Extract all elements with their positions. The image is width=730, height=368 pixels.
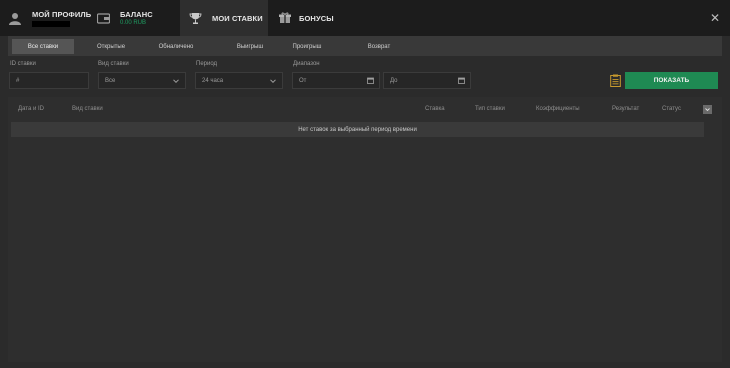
nav-balance-label: БАЛАНС xyxy=(120,10,153,19)
tab-lost[interactable]: Проигрыш xyxy=(276,39,338,54)
range-label: Диапазон xyxy=(293,61,320,67)
trophy-icon xyxy=(186,9,204,27)
nav-my-profile[interactable]: МОЙ ПРОФИЛЬ xyxy=(6,0,91,36)
bets-table: Дата и ID Вид ставки Ставка Тип ставки К… xyxy=(8,97,722,362)
tab-won[interactable]: Выигрыш xyxy=(219,39,281,54)
nav-bets-label: МОИ СТАВКИ xyxy=(212,13,263,23)
bet-type-label: Вид ставки xyxy=(98,61,129,67)
column-stake[interactable]: Ставка xyxy=(425,106,445,112)
nav-my-bets[interactable]: МОИ СТАВКИ xyxy=(180,0,268,36)
tab-cashed-out[interactable]: Обналичено xyxy=(145,39,207,54)
close-icon[interactable]: ✕ xyxy=(708,11,722,25)
empty-state-message: Нет ставок за выбранный период времени xyxy=(11,122,704,137)
period-value: 24 часа xyxy=(202,77,224,84)
bet-id-label: ID ставки xyxy=(10,61,36,67)
nav-balance[interactable]: БАЛАНС 0.00 RUB xyxy=(94,0,153,36)
date-to-value: До xyxy=(390,77,398,84)
gift-icon xyxy=(276,9,294,27)
date-from-input[interactable]: От xyxy=(292,72,380,89)
nav-bonuses[interactable]: БОНУСЫ xyxy=(276,0,334,36)
tab-refund[interactable]: Возврат xyxy=(348,39,410,54)
column-settings-button[interactable] xyxy=(703,105,712,114)
calendar-icon xyxy=(458,77,465,84)
bet-filter-tabs: Все ставки Открытые Обналичено Выигрыш П… xyxy=(8,36,722,56)
nav-bonuses-label: БОНУСЫ xyxy=(299,13,334,23)
clipboard-icon[interactable] xyxy=(610,74,621,87)
wallet-icon xyxy=(94,9,112,27)
column-date-id[interactable]: Дата и ID xyxy=(18,106,44,112)
period-select[interactable]: 24 часа xyxy=(195,72,283,89)
column-status[interactable]: Статус xyxy=(662,106,681,112)
tab-all-bets[interactable]: Все ставки xyxy=(12,39,74,54)
top-navigation: МОЙ ПРОФИЛЬ БАЛАНС 0.00 RUB МОИ СТАВКИ Б… xyxy=(0,0,730,36)
date-to-input[interactable]: До xyxy=(383,72,471,89)
bet-type-value: Все xyxy=(105,77,116,84)
balance-amount: 0.00 RUB xyxy=(120,20,147,26)
chevron-down-icon xyxy=(270,79,276,84)
chevron-down-icon xyxy=(173,79,179,84)
table-header: Дата и ID Вид ставки Ставка Тип ставки К… xyxy=(8,102,722,118)
column-odds[interactable]: Коэффициенты xyxy=(536,106,580,112)
column-result[interactable]: Результат xyxy=(612,106,639,112)
column-bet-type[interactable]: Вид ставки xyxy=(72,106,103,112)
date-from-value: От xyxy=(299,77,307,84)
bet-type-select[interactable]: Все xyxy=(98,72,186,89)
nav-profile-label: МОЙ ПРОФИЛЬ xyxy=(32,9,92,19)
chevron-down-icon xyxy=(705,108,710,112)
user-icon xyxy=(6,9,24,27)
calendar-icon xyxy=(367,77,374,84)
redacted-username xyxy=(32,20,70,27)
column-bet-kind[interactable]: Тип ставки xyxy=(475,106,505,112)
period-label: Период xyxy=(196,61,218,67)
show-button[interactable]: ПОКАЗАТЬ xyxy=(625,72,718,89)
tab-open[interactable]: Открытые xyxy=(80,39,142,54)
bet-id-input[interactable]: # xyxy=(9,72,89,89)
bet-id-value: # xyxy=(16,77,20,84)
